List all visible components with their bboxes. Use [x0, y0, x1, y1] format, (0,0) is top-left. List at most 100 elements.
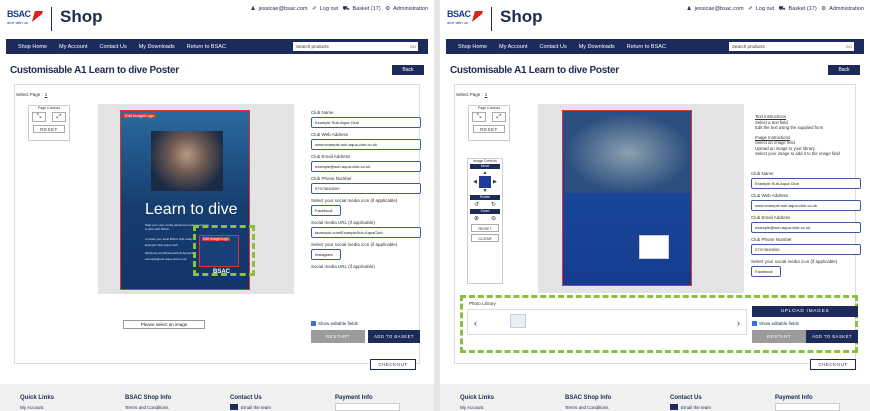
footer-terms[interactable]: Terms and Conditions [565, 405, 609, 410]
rotate-label: Rotate [470, 195, 500, 200]
arrow-left-icon[interactable]: ◀ [473, 179, 477, 185]
restart-button[interactable]: RESTART [311, 330, 365, 343]
search-placeholder: Search products [296, 44, 329, 49]
show-editable-label: Show editable fields [759, 321, 800, 326]
page-number-select[interactable]: 1 [45, 92, 48, 97]
edit-image-tag[interactable]: Edit Image/Logo [123, 113, 157, 118]
checkout-button[interactable]: CHECKOUT [370, 359, 416, 370]
header: BSAC dive with us Shop ♟ jessicae@bsac.co… [440, 0, 870, 38]
logo-image[interactable] [639, 235, 669, 259]
logout-link[interactable]: Log out [756, 6, 774, 12]
search-go-button[interactable]: GO [410, 44, 416, 49]
user-utilities: ♟ jessicae@bsac.com ✐ Log out ⛟ Basket (17)… [684, 6, 864, 13]
basket-link[interactable]: Basket (17) [353, 6, 381, 12]
admin-link[interactable]: Administration [393, 6, 428, 12]
image-reset-button[interactable]: RESET [471, 224, 499, 232]
arrow-down-icon[interactable]: ▼ [468, 188, 502, 194]
checkout-button[interactable]: CHECKOUT [810, 359, 856, 370]
photo-thumbnail[interactable] [510, 314, 526, 328]
phone-input[interactable]: 07973640000 [751, 244, 861, 255]
search-go-button[interactable]: GO [846, 44, 852, 49]
basket-link[interactable]: Basket (17) [789, 6, 817, 12]
poster-preview[interactable] [562, 110, 692, 286]
user-email[interactable]: jessicae@bsac.com [259, 6, 308, 12]
expand-icon[interactable]: ⤢ [492, 112, 506, 122]
page-reset-button[interactable]: RESET [473, 125, 505, 133]
web-input[interactable]: www.example-sub-aqua-club.co.uk [751, 200, 861, 211]
back-button[interactable]: Back [392, 65, 424, 75]
social-select[interactable]: Facebook [751, 266, 781, 277]
select-page-label: Select Page : [456, 92, 483, 97]
show-editable-toggle[interactable]: Show editable fields [311, 321, 358, 327]
social-url-input[interactable]: facebook.com/ExampleSub-AquaClub [311, 227, 421, 238]
email-input[interactable]: example@sub-aqua-club.co.uk [311, 161, 421, 172]
search-input[interactable]: Search products GO [729, 42, 854, 51]
poster-club-text: Contact your local BSAC club today [145, 237, 193, 241]
logout-link[interactable]: Log out [320, 6, 338, 12]
footer-terms[interactable]: Terms and Conditions [125, 405, 169, 410]
club-name-input[interactable]: Example Sub-Aqua Club [311, 117, 421, 128]
social-select[interactable]: Facebook [311, 205, 341, 216]
poster-headline: Learn to dive [145, 201, 238, 218]
zoom-out-icon[interactable]: ⊖ [491, 215, 496, 222]
admin-link[interactable]: Administration [829, 6, 864, 12]
upload-images-button[interactable]: UPLOAD IMAGES [752, 306, 858, 317]
add-to-basket-button[interactable]: ADD TO BASKET [368, 330, 420, 343]
nav-my-account[interactable]: My Account [59, 44, 87, 50]
show-editable-toggle[interactable]: Show editable fields [752, 321, 800, 327]
chevron-left-icon[interactable]: ‹ [474, 318, 477, 328]
nav-shop-home[interactable]: Shop Home [18, 44, 47, 50]
footer-email-team[interactable]: Email the team [241, 405, 271, 410]
user-email[interactable]: jessicae@bsac.com [695, 6, 744, 12]
restart-button[interactable]: RESTART [752, 330, 806, 343]
bsac-logo[interactable]: BSAC dive with us [7, 9, 43, 31]
social-label: Select your social media icon (if applic… [751, 259, 838, 264]
basket-icon: ⛟ [342, 6, 350, 12]
search-input[interactable]: Search products GO [293, 42, 418, 51]
nav-contact-us[interactable]: Contact Us [539, 44, 566, 50]
checkbox[interactable] [311, 321, 316, 327]
nav-contact-us[interactable]: Contact Us [99, 44, 126, 50]
shrink-icon[interactable]: ⤡ [472, 112, 486, 122]
email-input[interactable]: example@sub-aqua-club.co.uk [751, 222, 861, 233]
web-input[interactable]: www.example-sub-aqua-club.co.uk [311, 139, 421, 150]
shrink-icon[interactable]: ⤡ [32, 112, 46, 122]
rotate-right-icon[interactable]: ↻ [491, 201, 496, 208]
nav-my-downloads[interactable]: My Downloads [139, 44, 175, 50]
nav-return-to-bsac[interactable]: Return to BSAC [627, 44, 666, 50]
nav-return-to-bsac[interactable]: Return to BSAC [187, 44, 226, 50]
shop-title: Shop [491, 7, 543, 31]
social2-select[interactable]: Instagram [311, 249, 341, 260]
checkbox[interactable] [752, 321, 757, 327]
nav-my-downloads[interactable]: My Downloads [579, 44, 615, 50]
footer-email-team[interactable]: Email the team [681, 405, 711, 410]
zoom-in-icon[interactable]: ⊕ [474, 215, 479, 222]
page-reset-button[interactable]: RESET [33, 125, 65, 133]
image-controls: Image Controls Move ▲ ◀ ▶ ▼ Rotate ↺ ↻ Zoo… [467, 158, 503, 284]
move-pad[interactable] [479, 176, 491, 188]
club-name-label: Club Name [751, 171, 774, 176]
poster-club-name: Example Sub-Aqua Club [145, 243, 178, 247]
bsac-logo[interactable]: BSAC dive with us [447, 9, 483, 31]
move-label: Move [470, 164, 500, 169]
chevron-right-icon[interactable]: › [737, 318, 740, 328]
nav-shop-home[interactable]: Shop Home [458, 44, 487, 50]
image-clear-button[interactable]: CLEAR [471, 234, 499, 242]
email-label: Club Email Address [751, 215, 791, 220]
club-name-input[interactable]: Example Sub-Aqua Club [751, 178, 861, 189]
rotate-left-icon[interactable]: ↺ [474, 201, 479, 208]
page-title: Customisable A1 Learn to dive Poster [450, 65, 619, 76]
poster-social-url: facebook.com/ExampleSub-AquaClub [145, 251, 196, 255]
phone-input[interactable]: 07973640000 [311, 183, 421, 194]
add-to-basket-button[interactable]: ADD TO BASKET [806, 330, 858, 343]
nav-my-account[interactable]: My Account [499, 44, 527, 50]
footer-my-account[interactable]: My Account [460, 405, 483, 410]
back-button[interactable]: Back [828, 65, 860, 75]
arrow-right-icon[interactable]: ▶ [493, 179, 497, 185]
page-number-select[interactable]: 1 [485, 92, 488, 97]
expand-icon[interactable]: ⤢ [52, 112, 66, 122]
phone-label: Club Phone Number [311, 176, 352, 181]
club-name-label: Club Name [311, 110, 334, 115]
footer-payment: Payment Info [775, 395, 813, 401]
footer-my-account[interactable]: My Account [20, 405, 43, 410]
